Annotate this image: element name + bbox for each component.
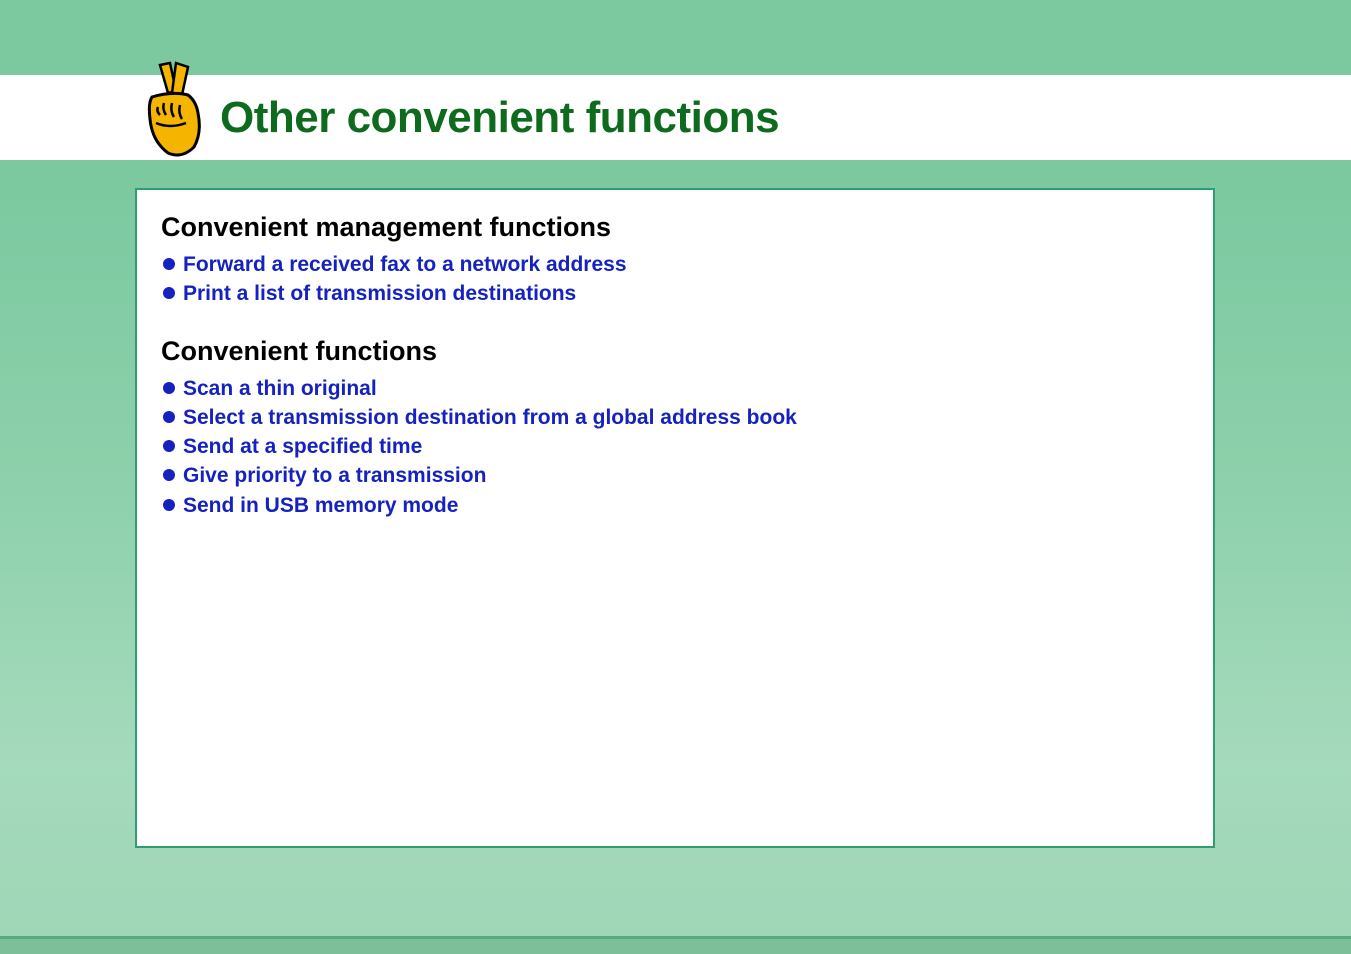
link-send-specified-time[interactable]: Send at a specified time [183, 433, 422, 460]
link-list-functions: Scan a thin original Select a transmissi… [163, 375, 1189, 519]
content-frame: Convenient management functions Forward … [135, 188, 1215, 848]
bullet-icon [163, 440, 175, 452]
list-item: Forward a received fax to a network addr… [163, 251, 1189, 278]
list-item: Print a list of transmission destination… [163, 280, 1189, 307]
list-item: Scan a thin original [163, 375, 1189, 402]
title-band: Other convenient functions [0, 75, 1351, 160]
link-usb-memory-mode[interactable]: Send in USB memory mode [183, 492, 458, 519]
link-list-management: Forward a received fax to a network addr… [163, 251, 1189, 308]
bullet-icon [163, 499, 175, 511]
list-item: Give priority to a transmission [163, 462, 1189, 489]
list-item: Send in USB memory mode [163, 492, 1189, 519]
peace-hand-icon [140, 61, 208, 161]
link-global-address-book[interactable]: Select a transmission destination from a… [183, 404, 797, 431]
bullet-icon [163, 382, 175, 394]
link-forward-fax[interactable]: Forward a received fax to a network addr… [183, 251, 627, 278]
link-scan-thin-original[interactable]: Scan a thin original [183, 375, 377, 402]
section-heading-management: Convenient management functions [161, 212, 1189, 243]
bullet-icon [163, 287, 175, 299]
bullet-icon [163, 258, 175, 270]
section-heading-functions: Convenient functions [161, 336, 1189, 367]
bottom-strip [0, 936, 1351, 954]
list-item: Send at a specified time [163, 433, 1189, 460]
link-print-destinations[interactable]: Print a list of transmission destination… [183, 280, 576, 307]
link-priority-transmission[interactable]: Give priority to a transmission [183, 462, 486, 489]
page-title: Other convenient functions [220, 93, 779, 143]
bullet-icon [163, 469, 175, 481]
list-item: Select a transmission destination from a… [163, 404, 1189, 431]
bullet-icon [163, 411, 175, 423]
